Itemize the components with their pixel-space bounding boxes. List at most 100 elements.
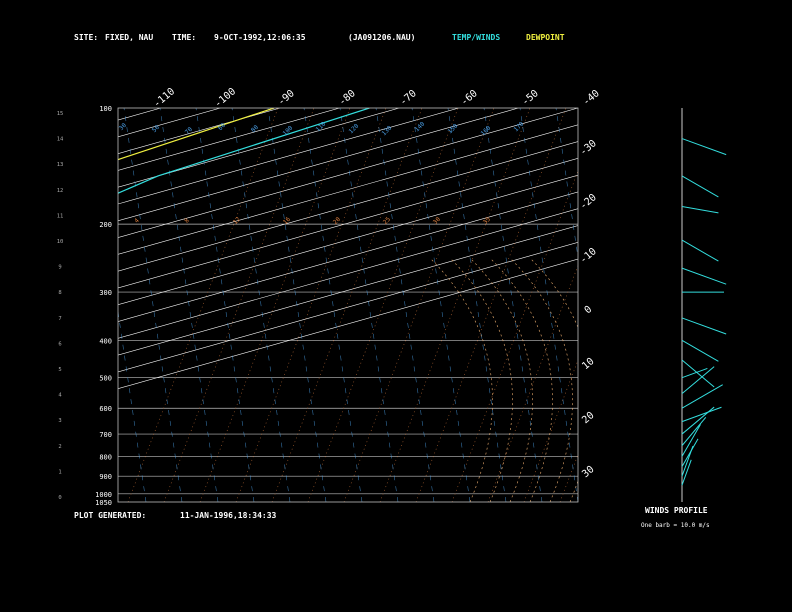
top-temp-tick-label: -90 [276, 88, 297, 108]
height-tick-label: 4 [58, 393, 62, 399]
dry-adiabat-line [307, 108, 459, 502]
dry-adiabat-line [343, 108, 495, 502]
isotherm-line [118, 174, 578, 306]
skew-t-chart: 1002003004005006007008009001000105001234… [0, 86, 746, 507]
dry-adiabat-line [235, 108, 387, 502]
isotherm-line [0, 108, 101, 502]
wind-barb [681, 317, 727, 335]
height-tick-label: 11 [57, 213, 64, 219]
isotherm-line [118, 108, 161, 121]
right-temp-tick-label: 30 [580, 464, 596, 480]
isotherm-line [118, 241, 578, 373]
wind-barb [681, 445, 694, 477]
dry-adiabat-line [559, 453, 578, 502]
mixing-ratio-line [231, 108, 291, 502]
isotherm-line [118, 158, 578, 289]
pressure-tick-label: 400 [99, 337, 112, 345]
dry-adiabat-line [271, 108, 423, 502]
plot-generated-label: PLOT GENERATED: [74, 511, 147, 520]
wind-barb [681, 366, 715, 395]
mixing-ratio-label: 80 [250, 124, 260, 134]
right-temp-tick-label: 0 [583, 304, 595, 316]
mixing-ratio-line [519, 108, 578, 502]
dry-adiabat-line [451, 170, 578, 502]
pressure-tick-label: 300 [99, 289, 112, 297]
pressure-tick-label: 700 [99, 431, 112, 439]
wind-barb [681, 267, 727, 285]
height-tick-label: 1 [58, 469, 61, 475]
top-temp-tick-label: -70 [398, 88, 419, 108]
isotherm-line [0, 108, 42, 502]
height-tick-label: 9 [58, 265, 61, 271]
dewpoint-profile-line [118, 108, 275, 161]
right-temp-tick-label: 10 [580, 356, 596, 372]
pressure-tick-label: 1050 [95, 499, 112, 507]
height-tick-label: 10 [57, 239, 64, 245]
mixing-ratio-label: 130 [381, 124, 394, 137]
height-tick-label: 8 [58, 290, 61, 296]
dry-adiabat-label: 4 [133, 217, 141, 225]
mixing-ratio-line [267, 108, 327, 502]
winds-profile-note: One barb = 10.0 m/s [641, 522, 710, 529]
height-tick-label: 15 [57, 111, 64, 117]
right-temp-tick-label: -20 [578, 192, 599, 212]
isotherm-line [118, 258, 578, 389]
plot-area [0, 108, 746, 502]
height-tick-label: 5 [58, 367, 61, 373]
mixing-ratio-line [375, 108, 435, 502]
height-tick-label: 7 [58, 316, 61, 322]
wind-barb [681, 339, 719, 362]
right-temp-tick-label: -10 [578, 246, 599, 266]
right-temp-tick-label: 20 [580, 410, 596, 426]
pressure-tick-label: 600 [99, 405, 112, 413]
top-temp-tick-label: -60 [459, 88, 480, 108]
mixing-ratio-line [118, 309, 147, 502]
right-temp-tick-label: -30 [578, 138, 599, 158]
pressure-tick-label: 900 [99, 473, 112, 481]
top-temp-tick-label: -110 [152, 86, 178, 110]
isotherm-line [118, 108, 340, 171]
isotherm-line [118, 124, 578, 255]
wind-barb [681, 406, 715, 435]
mixing-ratio-label: 160 [480, 124, 493, 137]
wind-barb [681, 359, 715, 388]
isotherm-line [118, 108, 459, 205]
mixing-ratio-line [303, 108, 363, 502]
isotherm-line [118, 191, 578, 322]
mixing-ratio-label: 100 [282, 124, 295, 137]
isotherm-line [118, 208, 578, 339]
wind-barb [681, 205, 719, 214]
dry-adiabat-line [596, 108, 746, 502]
mixing-ratio-line [411, 108, 471, 502]
height-tick-label: 14 [57, 137, 64, 143]
moist-adiabat-line [469, 257, 533, 502]
mixing-ratio-line [483, 108, 543, 502]
isotherm-line [118, 225, 578, 356]
height-tick-label: 13 [57, 162, 64, 168]
isotherm-line [118, 108, 281, 154]
dry-adiabat-line [127, 108, 279, 502]
height-tick-label: 3 [58, 418, 61, 424]
top-temp-tick-label: -50 [520, 88, 541, 108]
mixing-ratio-label: 150 [447, 122, 460, 135]
wind-barb [681, 138, 727, 156]
mixing-ratio-label: 120 [348, 122, 361, 135]
moist-adiabat-line [509, 257, 573, 502]
pressure-tick-label: 100 [99, 105, 112, 113]
mixing-ratio-label: 30 [118, 122, 128, 132]
mixing-ratio-line [195, 108, 255, 502]
isotherm-line [118, 108, 578, 238]
pressure-tick-label: 200 [99, 221, 112, 229]
dry-adiabat-line [487, 264, 578, 502]
wind-barb [681, 406, 722, 423]
moist-adiabat-line [529, 257, 578, 502]
plot-generated-value: 11-JAN-1996,18:34:33 [180, 511, 277, 520]
dry-adiabat-line [199, 108, 351, 502]
isotherm-line [118, 141, 578, 272]
pressure-tick-label: 500 [99, 375, 112, 383]
dry-adiabat-line [379, 108, 531, 502]
mixing-ratio-label: 140 [414, 120, 427, 133]
winds-profile-title: WINDS PROFILE [645, 506, 708, 515]
top-temp-tick-label: -40 [581, 88, 602, 108]
moist-adiabat-line [489, 257, 553, 502]
